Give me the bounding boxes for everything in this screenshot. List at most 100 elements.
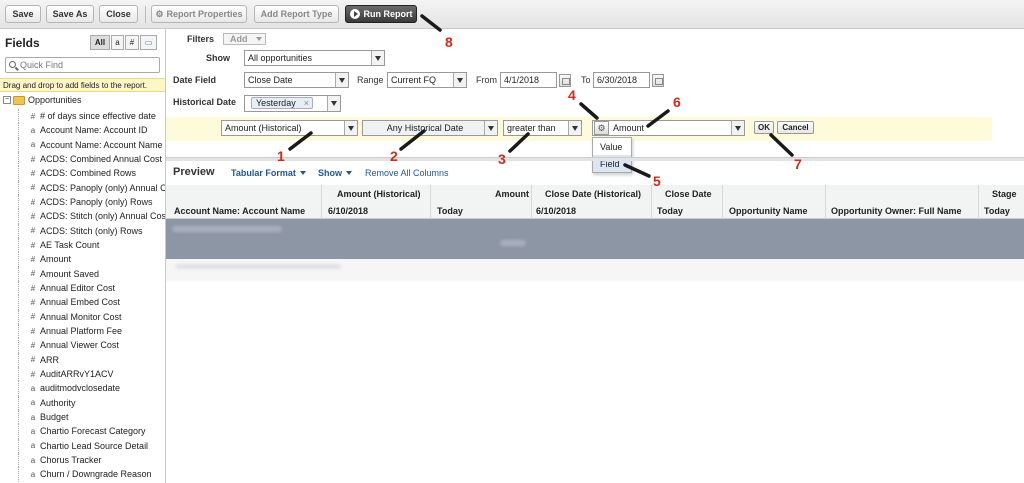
dropdown-option-value[interactable]: Value (593, 138, 631, 155)
historical-date-label: Historical Date (173, 97, 237, 107)
field-item[interactable]: a Authority (0, 395, 165, 410)
field-item[interactable]: # AE Task Count (0, 237, 165, 253)
blurred-text (172, 226, 282, 232)
field-item-label: Chartio Forecast Category (40, 426, 146, 437)
field-item[interactable]: # # of days since effective date (0, 109, 165, 124)
number-field-icon: # (30, 340, 36, 350)
criteria-value-text: Amount (613, 123, 645, 133)
date-field-select[interactable]: Close Date (244, 72, 349, 88)
from-date-input[interactable]: 4/1/2018 (500, 72, 557, 88)
calendar-icon[interactable] (652, 74, 664, 87)
field-item[interactable]: # ACDS: Stitch (only) Annual Cos (0, 209, 166, 224)
to-date-input[interactable]: 6/30/2018 (593, 72, 650, 88)
report-properties-button[interactable]: ⚙ Report Properties (151, 5, 247, 23)
field-item[interactable]: # ARR (0, 352, 165, 367)
filter-text-button[interactable]: a (111, 35, 124, 50)
run-report-button[interactable]: Run Report (345, 5, 417, 23)
callout-3: 3 (498, 151, 506, 167)
ok-button[interactable]: OK (754, 121, 774, 134)
number-field-icon: # (30, 197, 36, 207)
text-field-icon: a (30, 140, 36, 150)
to-label: To (581, 75, 591, 85)
remove-all-columns-link[interactable]: Remove All Columns (365, 168, 449, 178)
collapse-icon[interactable]: − (3, 96, 11, 104)
column-header[interactable]: Account Name: Account Name (166, 185, 322, 219)
historical-date-value: Yesterday (256, 98, 296, 108)
field-item-label: Account Name: Account Name (40, 139, 163, 150)
from-label: From (476, 75, 497, 85)
column-header[interactable]: Opportunity Owner: Full Name (826, 185, 979, 219)
criteria-operator-select[interactable]: greater than (503, 120, 582, 136)
save-as-button[interactable]: Save As (46, 5, 94, 23)
add-filter-button[interactable]: Add (223, 33, 266, 45)
criteria-field-select[interactable]: Amount (Historical) (221, 120, 358, 136)
number-field-icon: # (30, 154, 36, 164)
chevron-down-icon (484, 121, 497, 135)
remove-chip-icon[interactable]: × (304, 98, 309, 108)
field-item[interactable]: # Amount (0, 252, 165, 267)
column-header-sublabel: 6/10/2018 (328, 206, 369, 216)
search-icon (9, 61, 16, 68)
tabular-format-menu[interactable]: Tabular Format (231, 168, 306, 178)
field-item-label: ACDS: Stitch (only) Annual Cos (40, 211, 166, 222)
field-item[interactable]: # Annual Monitor Cost (0, 309, 165, 324)
column-header[interactable]: Close Date Today (652, 185, 723, 219)
field-item[interactable]: # Annual Editor Cost (0, 280, 165, 296)
show-menu[interactable]: Show (318, 168, 352, 178)
historical-date-chip[interactable]: Yesterday × (251, 97, 313, 109)
run-report-label: Run Report (363, 9, 413, 19)
number-field-icon: # (30, 326, 36, 336)
field-item[interactable]: a Chorus Tracker (0, 452, 165, 468)
add-report-type-button[interactable]: Add Report Type (254, 5, 339, 23)
range-select[interactable]: Current FQ (387, 72, 467, 88)
field-item[interactable]: a Churn / Downgrade Reason (0, 467, 165, 482)
show-value: All opportunities (248, 53, 313, 63)
field-item[interactable]: a Account Name: Account Name (0, 137, 165, 152)
field-item[interactable]: # Amount Saved (0, 266, 165, 281)
field-item-label: ACDS: Stitch (only) Rows (40, 225, 143, 236)
column-header[interactable]: Close Date (Historical) 6/10/2018 (532, 185, 652, 219)
column-header-label: Amount (495, 189, 529, 199)
field-item[interactable]: # Annual Embed Cost (0, 295, 165, 310)
filter-number-button[interactable]: # (125, 35, 139, 50)
column-header[interactable]: Stage Today (979, 185, 1024, 219)
field-item[interactable]: a Account Name: Account ID (0, 123, 165, 138)
tree-root-opportunities[interactable]: − Opportunities (3, 95, 82, 105)
text-field-icon: a (30, 412, 36, 422)
field-item-label: Budget (40, 412, 69, 423)
column-header[interactable]: Amount (Historical) 6/10/2018 (322, 185, 431, 219)
field-item[interactable]: # ACDS: Combined Rows (0, 166, 165, 181)
field-item[interactable]: a Chartio Forecast Category (0, 424, 165, 439)
field-item[interactable]: # ACDS: Combined Annual Cost (0, 151, 165, 167)
field-item[interactable]: a Chartio Lead Source Detail (0, 438, 165, 453)
field-item[interactable]: # Annual Viewer Cost (0, 338, 165, 353)
close-button[interactable]: Close (99, 5, 138, 23)
filter-date-button[interactable]: ▭ (140, 35, 157, 50)
field-item[interactable]: # ACDS: Panoply (only) Rows (0, 194, 165, 210)
criteria-operator-value: greater than (507, 123, 556, 133)
criteria-value-select[interactable]: Amount (592, 120, 745, 136)
quick-find-input[interactable]: Quick Find (5, 57, 160, 73)
column-header[interactable]: Amount Today (431, 185, 532, 219)
number-field-icon: # (30, 312, 36, 322)
save-button[interactable]: Save (5, 5, 41, 23)
field-item[interactable]: a Budget (0, 409, 165, 425)
gear-icon[interactable]: ⚙ (594, 121, 609, 135)
field-item[interactable]: a auditmodvclosedate (0, 381, 165, 396)
criteria-historical-select[interactable]: Any Historical Date (362, 120, 498, 136)
cancel-button[interactable]: Cancel (777, 121, 814, 134)
pane-divider[interactable] (166, 157, 1024, 161)
field-item[interactable]: # AuditARRvY1ACV (0, 366, 165, 382)
column-header[interactable]: Opportunity Name (723, 185, 826, 219)
field-item[interactable]: # Annual Platform Fee (0, 323, 165, 339)
field-item-label: ACDS: Combined Annual Cost (40, 154, 163, 165)
fields-title: Fields (5, 36, 40, 50)
callout-4: 4 (568, 87, 576, 103)
callout-2: 2 (390, 148, 398, 164)
calendar-icon[interactable] (559, 74, 571, 87)
show-select[interactable]: All opportunities (244, 50, 385, 66)
properties-icon: ⚙ (155, 8, 164, 19)
field-item[interactable]: # ACDS: Stitch (only) Rows (0, 223, 165, 238)
filter-all-button[interactable]: All (90, 35, 110, 50)
field-item[interactable]: # ACDS: Panoply (only) Annual C (0, 180, 165, 195)
